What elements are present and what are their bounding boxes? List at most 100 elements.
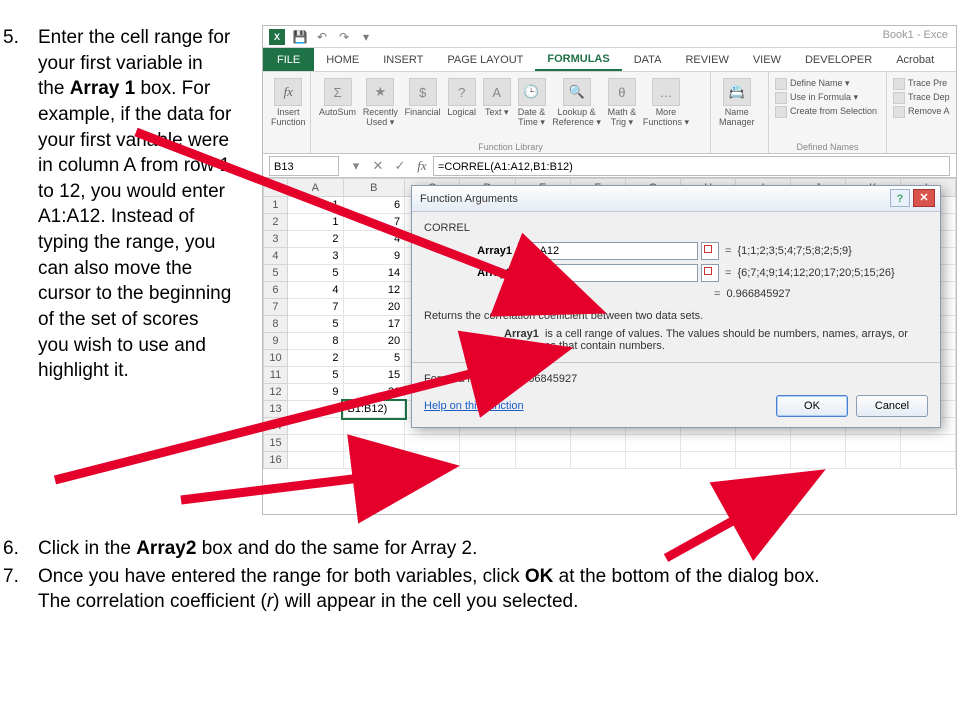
lookup-button[interactable]: 🔍Lookup & Reference ▾ [552,76,601,128]
tab-acrobat[interactable]: Acrobat [884,48,946,71]
cell[interactable]: 7 [287,299,343,316]
cell[interactable]: 5 [287,316,343,333]
tab-developer[interactable]: DEVELOPER [793,48,884,71]
cell[interactable] [460,435,515,452]
row-header[interactable]: 5 [264,265,288,282]
tab-file[interactable]: FILE [263,48,314,71]
cell[interactable] [287,418,343,435]
cell[interactable] [625,452,680,469]
text-button[interactable]: AText ▾ [483,76,511,118]
insert-function-button[interactable]: fx Insert Function [271,76,306,128]
cell[interactable] [681,435,736,452]
name-manager-button[interactable]: 📇Name Manager [719,76,755,128]
cell[interactable]: 14 [343,265,405,282]
row-header[interactable]: 11 [264,367,288,384]
row-header[interactable]: 6 [264,282,288,299]
cell[interactable] [460,452,515,469]
dialog-close-icon[interactable]: ✕ [913,189,935,207]
cell[interactable]: 4 [343,231,405,248]
row-header[interactable]: 15 [264,435,288,452]
logical-button[interactable]: ?Logical [447,76,476,118]
fx-button-icon[interactable]: fx [411,156,433,176]
cell[interactable] [900,435,955,452]
undo-icon[interactable]: ↶ [313,28,331,46]
row-header[interactable]: 14 [264,418,288,435]
cell[interactable]: 4 [287,282,343,299]
cell[interactable]: 9 [343,248,405,265]
cell[interactable] [343,418,405,435]
recently-used-button[interactable]: ★Recently Used ▾ [363,76,398,128]
cell[interactable]: 8 [287,333,343,350]
row-header[interactable]: 10 [264,350,288,367]
help-link[interactable]: Help on this function [424,400,524,412]
use-in-formula-button[interactable]: Use in Formula ▾ [775,90,880,104]
tab-page-layout[interactable]: PAGE LAYOUT [435,48,535,71]
spreadsheet-grid[interactable]: ABCDEFGHIJKL1162173244395514641277208517… [263,178,956,515]
more-functions-button[interactable]: …More Functions ▾ [643,76,689,128]
row-header[interactable]: 4 [264,248,288,265]
row-header[interactable]: 13 [264,401,288,418]
array1-refedit-icon[interactable] [701,242,719,260]
row-header[interactable]: 7 [264,299,288,316]
formula-input[interactable]: =CORREL(A1:A12,B1:B12) [433,156,950,176]
row-header[interactable]: 2 [264,214,288,231]
financial-button[interactable]: $Financial [405,76,441,118]
cell[interactable] [405,435,460,452]
array2-input[interactable] [518,264,698,282]
cell[interactable] [845,435,900,452]
namebox-dropdown-icon[interactable]: ▾ [345,156,367,176]
remove-arrows-button[interactable]: Remove A [893,104,950,118]
cell[interactable]: 12 [343,282,405,299]
trace-precedents-button[interactable]: Trace Pre [893,76,950,90]
row-header[interactable]: 12 [264,384,288,401]
cell[interactable]: 1 [287,197,343,214]
cell[interactable] [515,435,570,452]
cell[interactable]: 2 [287,231,343,248]
row-header[interactable]: 8 [264,316,288,333]
cell[interactable] [287,452,343,469]
row-header[interactable]: 3 [264,231,288,248]
trace-dependents-button[interactable]: Trace Dep [893,90,950,104]
cell[interactable] [287,435,343,452]
cell[interactable] [343,452,405,469]
cell[interactable]: 7 [343,214,405,231]
cell[interactable]: 3 [287,248,343,265]
col-header[interactable]: A [287,179,343,197]
ok-button[interactable]: OK [776,395,848,417]
cell[interactable]: B1:B12) [343,401,405,418]
cell[interactable]: 9 [287,384,343,401]
save-icon[interactable]: 💾 [291,28,309,46]
cell[interactable] [790,435,845,452]
cell[interactable]: 5 [287,265,343,282]
math-trig-button[interactable]: θMath & Trig ▾ [608,76,637,128]
row-header[interactable]: 1 [264,197,288,214]
enter-formula-icon[interactable]: ✓ [389,156,411,176]
tab-home[interactable]: HOME [314,48,371,71]
cell[interactable] [900,452,955,469]
cell[interactable] [343,435,405,452]
cell[interactable] [570,435,625,452]
cell[interactable] [287,401,343,418]
array1-input[interactable] [518,242,698,260]
tab-insert[interactable]: INSERT [371,48,435,71]
cell[interactable]: 1 [287,214,343,231]
row-header[interactable]: 16 [264,452,288,469]
col-header[interactable]: B [343,179,405,197]
cell[interactable] [736,452,791,469]
cell[interactable]: 6 [343,197,405,214]
cell[interactable] [736,435,791,452]
cell[interactable] [845,452,900,469]
cell[interactable]: 17 [343,316,405,333]
dialog-titlebar[interactable]: Function Arguments ? ✕ [412,186,940,212]
define-name-button[interactable]: Define Name ▾ [775,76,880,90]
tab-review[interactable]: REVIEW [673,48,740,71]
date-time-button[interactable]: 🕒Date & Time ▾ [518,76,546,128]
name-box[interactable]: B13 [269,156,339,176]
cell[interactable] [625,435,680,452]
row-header[interactable]: 9 [264,333,288,350]
cell[interactable]: 26 [343,384,405,401]
cell[interactable]: 20 [343,333,405,350]
cell[interactable]: 2 [287,350,343,367]
array2-refedit-icon[interactable] [701,264,719,282]
dialog-help-icon[interactable]: ? [890,189,910,207]
